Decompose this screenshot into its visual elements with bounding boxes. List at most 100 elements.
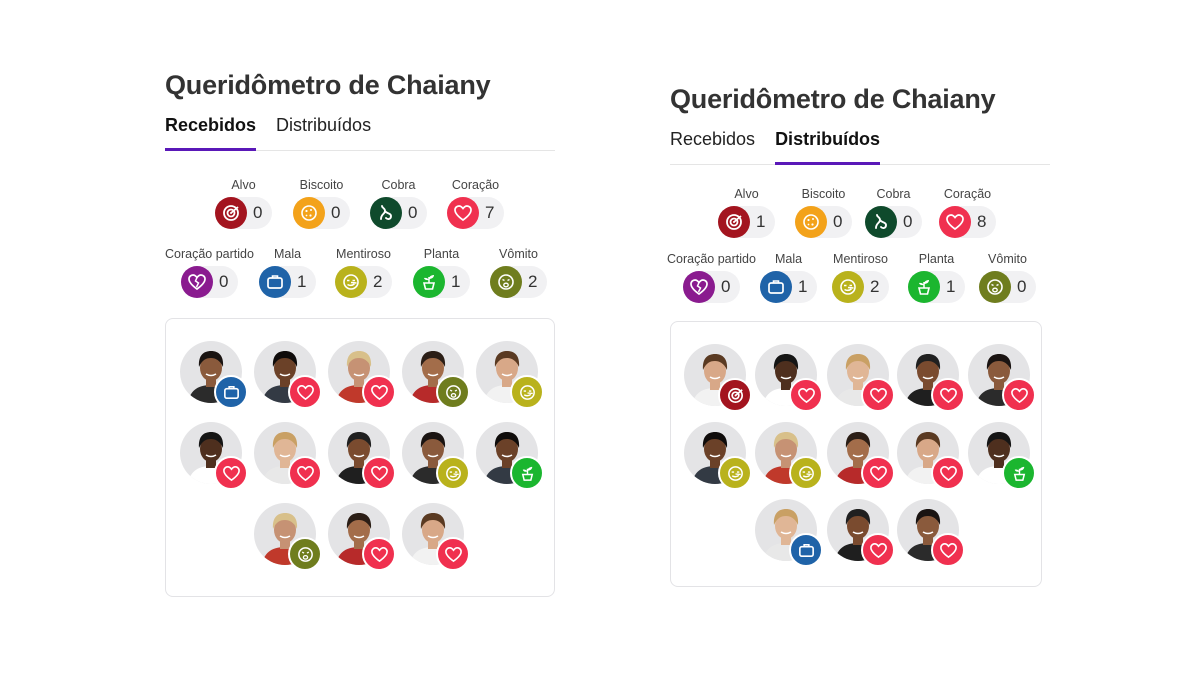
participant-avatar[interactable] — [254, 503, 322, 571]
category-vomito: Vômito 2 — [490, 247, 547, 298]
liar-face-icon — [718, 456, 752, 490]
category-pill: 2 — [335, 266, 392, 298]
category-count: 2 — [870, 277, 880, 296]
heart-icon — [362, 456, 396, 490]
category-pill: 1 — [718, 206, 775, 238]
category-label: Vômito — [988, 252, 1027, 266]
participant-avatar[interactable] — [254, 422, 322, 490]
participant-avatar[interactable] — [328, 503, 396, 571]
participant-avatar[interactable] — [827, 344, 895, 412]
category-count: 1 — [297, 272, 307, 291]
category-counts: Alvo 0 Biscoito 0 Cobra 0 Coração 7 Cora… — [165, 70, 555, 298]
heart-icon — [789, 378, 823, 412]
participant-avatar[interactable] — [402, 341, 470, 409]
category-label: Mentiroso — [336, 247, 391, 261]
category-count: 2 — [528, 272, 538, 291]
participant-avatar[interactable] — [684, 344, 752, 412]
liar-face-icon — [789, 456, 823, 490]
participant-avatar[interactable] — [968, 422, 1036, 490]
category-counts: Alvo 1 Biscoito 0 Cobra 0 Coração 8 Cora… — [667, 84, 1050, 303]
participant-avatar[interactable] — [328, 341, 396, 409]
cookie-icon — [795, 206, 827, 238]
queridometro-panel-right: Queridômetro de Chaiany Recebidos Distri… — [667, 84, 1050, 644]
category-label: Biscoito — [299, 178, 344, 192]
category-planta: Planta 1 — [413, 247, 470, 298]
category-count: 1 — [451, 272, 461, 291]
participant-avatar[interactable] — [755, 499, 823, 567]
plant-icon — [1002, 456, 1036, 490]
category-pill: 1 — [760, 271, 817, 303]
snake-icon — [370, 197, 402, 229]
category-coracao-partido: Coração partido 0 — [165, 247, 254, 298]
participant-avatar[interactable] — [897, 499, 965, 567]
category-pill: 0 — [979, 271, 1036, 303]
category-label: Mala — [273, 247, 302, 261]
participant-avatar[interactable] — [254, 341, 322, 409]
category-count: 0 — [218, 272, 229, 291]
category-mala: Mala 1 — [259, 247, 316, 298]
participant-avatar[interactable] — [755, 344, 823, 412]
category-label: Mentiroso — [833, 252, 888, 266]
category-count: 0 — [720, 277, 731, 296]
participant-avatar[interactable] — [968, 344, 1036, 412]
liar-face-icon — [436, 456, 470, 490]
category-label: Mala — [774, 252, 803, 266]
category-coracao: Coração 8 — [939, 187, 996, 238]
participant-avatar[interactable] — [827, 499, 895, 567]
category-count: 7 — [485, 203, 495, 222]
plant-icon — [510, 456, 544, 490]
category-count: 0 — [833, 212, 843, 231]
category-count: 0 — [253, 203, 263, 222]
target-icon — [718, 378, 752, 412]
participant-avatar[interactable] — [897, 344, 965, 412]
category-mala: Mala 1 — [760, 252, 817, 303]
suitcase-icon — [214, 375, 248, 409]
heart-icon — [931, 378, 965, 412]
category-pill: 0 — [682, 271, 740, 303]
plant-icon — [908, 271, 940, 303]
broken-heart-icon — [682, 271, 715, 303]
category-label: Alvo — [231, 178, 256, 192]
category-pill: 0 — [795, 206, 852, 238]
category-cobra: Cobra 0 — [370, 178, 427, 229]
participant-avatar[interactable] — [180, 341, 248, 409]
participant-avatar[interactable] — [684, 422, 752, 490]
category-cobra: Cobra 0 — [865, 187, 922, 238]
vomit-face-icon — [436, 375, 470, 409]
heart-icon — [447, 197, 479, 229]
category-count: 1 — [756, 212, 766, 231]
category-pill: 2 — [832, 271, 889, 303]
participant-avatar[interactable] — [402, 503, 470, 571]
category-pill: 2 — [490, 266, 547, 298]
category-label: Coração partido — [667, 252, 756, 266]
category-pill: 0 — [370, 197, 427, 229]
category-alvo: Alvo 1 — [718, 187, 775, 238]
category-pill: 1 — [908, 271, 965, 303]
category-count: 1 — [798, 277, 808, 296]
category-count: 2 — [373, 272, 383, 291]
liar-face-icon — [510, 375, 544, 409]
heart-icon — [931, 456, 965, 490]
category-count: 1 — [946, 277, 956, 296]
suitcase-icon — [760, 271, 792, 303]
participant-avatar[interactable] — [328, 422, 396, 490]
snake-icon — [865, 206, 897, 238]
participant-avatar[interactable] — [755, 422, 823, 490]
category-count: 0 — [1017, 277, 1027, 296]
category-label: Coração — [451, 178, 500, 192]
category-label: Cobra — [381, 178, 416, 192]
category-alvo: Alvo 0 — [215, 178, 272, 229]
category-label: Vômito — [499, 247, 538, 261]
category-pill: 0 — [865, 206, 922, 238]
participant-avatar[interactable] — [897, 422, 965, 490]
category-label: Planta — [423, 247, 460, 261]
category-pill: 1 — [413, 266, 470, 298]
category-planta: Planta 1 — [908, 252, 965, 303]
participant-avatar[interactable] — [476, 422, 544, 490]
participant-avatar[interactable] — [402, 422, 470, 490]
category-pill: 0 — [180, 266, 238, 298]
participant-avatar[interactable] — [180, 422, 248, 490]
participant-avatar[interactable] — [827, 422, 895, 490]
participant-avatar[interactable] — [476, 341, 544, 409]
heart-icon — [436, 537, 470, 571]
